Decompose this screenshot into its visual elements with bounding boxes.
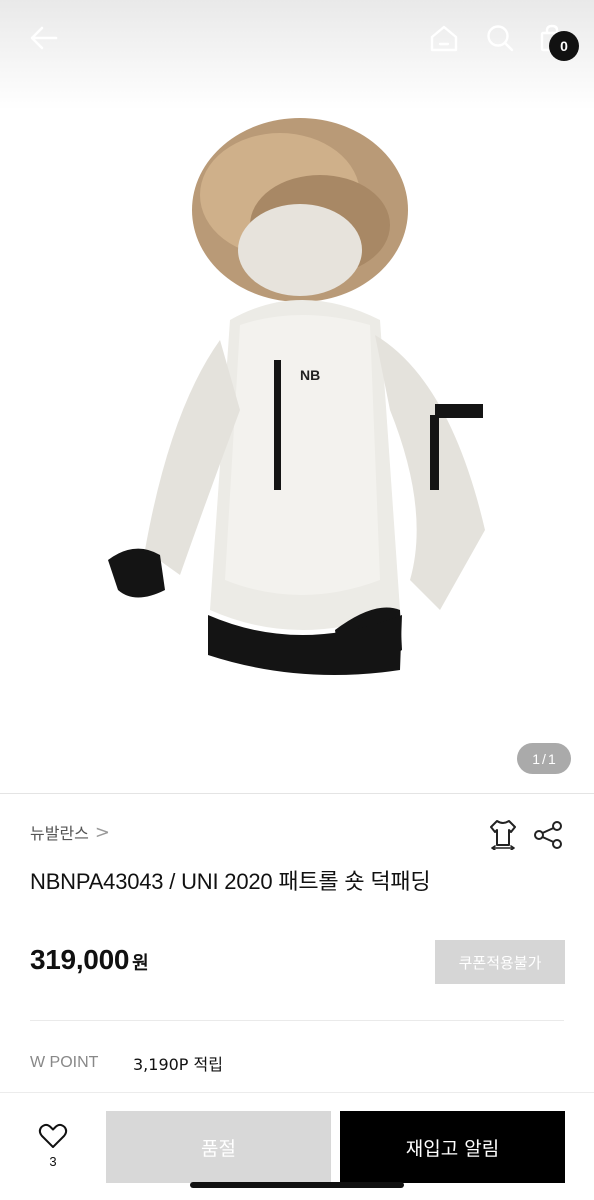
chevron-right-icon: > — [94, 821, 110, 843]
divider — [0, 793, 594, 794]
search-icon — [487, 25, 514, 52]
brand-name: 뉴발란스 — [30, 824, 89, 843]
size-guide-button[interactable] — [488, 818, 518, 851]
brand-link[interactable]: 뉴발란스 > — [30, 820, 110, 844]
coupon-unavailable-button: 쿠폰적용불가 — [435, 940, 565, 984]
product-image: NB — [108, 118, 485, 675]
pager-current: 1 — [532, 750, 541, 767]
points-row: W POINT 3,190P 적립 — [30, 1051, 223, 1075]
price-row: 319,000 원 — [30, 944, 149, 976]
home-indicator — [190, 1182, 404, 1188]
product-title: NBNPA43043 / UNI 2020 패트롤 숏 덕패딩 — [30, 869, 431, 894]
back-button[interactable] — [22, 18, 66, 58]
gallery-pager: 1 / 1 — [517, 743, 571, 774]
product-gallery[interactable]: NB — [0, 0, 594, 793]
top-navigation: 0 — [0, 0, 594, 80]
heart-icon — [38, 1123, 68, 1148]
share-icon — [534, 821, 562, 849]
currency-label: 원 — [132, 953, 149, 974]
search-button[interactable] — [480, 18, 520, 58]
product-price: 319,000 — [30, 944, 130, 975]
cart-count-badge: 0 — [549, 31, 579, 61]
like-button[interactable]: 3 — [28, 1122, 78, 1178]
restock-alert-button[interactable]: 재입고 알림 — [340, 1111, 565, 1183]
pager-separator: / — [542, 750, 546, 767]
shirt-size-icon — [490, 820, 516, 851]
pager-total: 1 — [547, 750, 556, 767]
points-label: W POINT — [30, 1054, 99, 1071]
points-value: 3,190P 적립 — [133, 1055, 223, 1074]
soldout-button: 품절 — [106, 1111, 331, 1183]
like-count: 3 — [49, 1154, 57, 1169]
divider — [30, 1020, 564, 1021]
share-button[interactable] — [532, 819, 564, 851]
svg-text:NB: NB — [300, 367, 320, 383]
home-button[interactable] — [424, 18, 464, 58]
arrow-left-icon — [30, 26, 58, 50]
home-icon — [430, 25, 458, 52]
